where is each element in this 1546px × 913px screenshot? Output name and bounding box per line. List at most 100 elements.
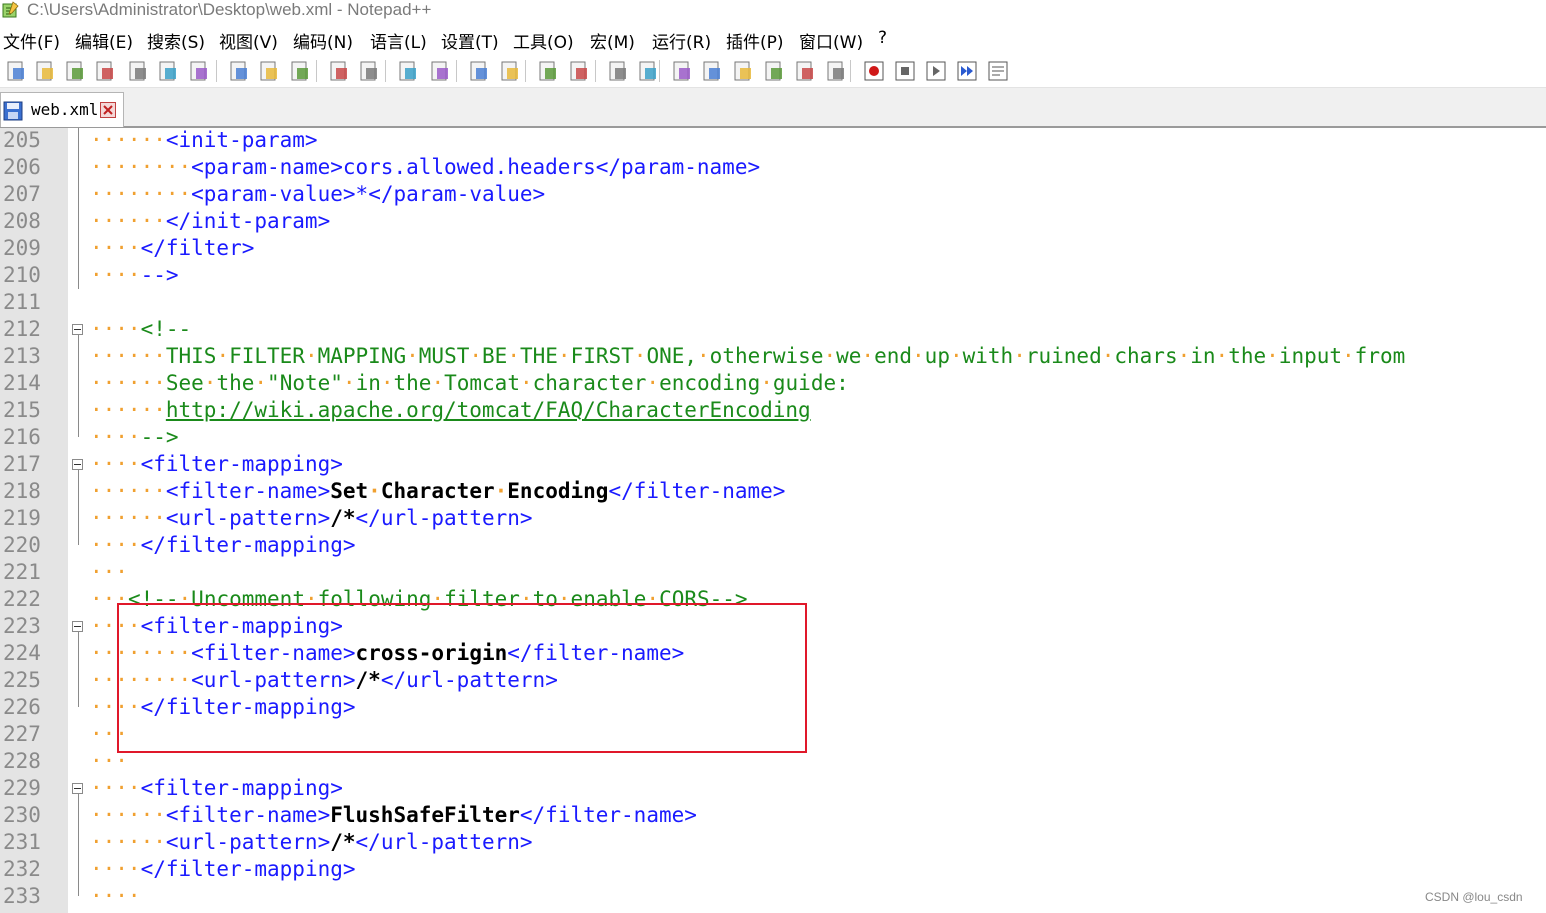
code-line[interactable]: 230 ······<filter-name>FlushSafeFilter</f…	[0, 802, 1546, 829]
menu-item-1[interactable]: 编辑(E)	[75, 28, 133, 53]
indent-guide-icon[interactable]	[670, 59, 694, 83]
code-line[interactable]: 211	[0, 289, 1546, 316]
monitor-icon[interactable]	[824, 59, 848, 83]
line-number: 205	[3, 128, 41, 152]
undo-icon[interactable]	[327, 59, 351, 83]
line-number: 212	[3, 317, 41, 341]
code-text: ····-->	[90, 424, 179, 451]
code-line[interactable]: 208 ······</init-param>	[0, 208, 1546, 235]
code-text: ····<!--	[90, 316, 191, 343]
line-number: 233	[3, 884, 41, 908]
find-icon[interactable]	[396, 59, 420, 83]
close-icon[interactable]	[126, 59, 150, 83]
sync-vertical-icon[interactable]	[536, 59, 560, 83]
show-all-chars-icon[interactable]	[636, 59, 660, 83]
copy-icon[interactable]	[257, 59, 281, 83]
notepad-plus-plus-icon	[2, 1, 19, 18]
menu-item-6[interactable]: 设置(T)	[441, 28, 499, 53]
code-line[interactable]: 219 ······<url-pattern>/*</url-pattern>	[0, 505, 1546, 532]
code-line[interactable]: 205 ······<init-param>	[0, 128, 1546, 154]
code-line[interactable]: 214 ······See·the·"Note"·in·the·Tomcat·ch…	[0, 370, 1546, 397]
record-macro-icon[interactable]	[862, 59, 886, 83]
fold-guide	[78, 794, 79, 896]
token-tag: <filter-name>	[165, 803, 331, 827]
code-line[interactable]: 233 ····	[0, 883, 1546, 910]
code-line[interactable]: 216 ····-->	[0, 424, 1546, 451]
code-text: ····</filter-mapping>	[90, 856, 356, 883]
tab-web-xml[interactable]: web.xml	[0, 92, 124, 127]
menu-item-0[interactable]: 文件(F)	[3, 28, 60, 53]
token-tag: cors.allowed.headers	[342, 155, 596, 179]
word-wrap-icon[interactable]	[606, 59, 630, 83]
line-number: 216	[3, 425, 41, 449]
zoom-in-icon[interactable]	[467, 59, 491, 83]
close-tab-icon[interactable]	[100, 102, 116, 118]
code-line[interactable]: 231 ······<url-pattern>/*</url-pattern>	[0, 829, 1546, 856]
paste-icon[interactable]	[288, 59, 312, 83]
print-icon[interactable]	[187, 59, 211, 83]
line-number: 213	[3, 344, 41, 368]
code-line[interactable]: 212 ····<!--	[0, 316, 1546, 343]
code-line[interactable]: 218 ······<filter-name>Set·Character·Enco…	[0, 478, 1546, 505]
menu-item-4[interactable]: 编码(N)	[293, 28, 353, 53]
menu-item-7[interactable]: 工具(O)	[513, 28, 574, 53]
redo-icon[interactable]	[357, 59, 381, 83]
line-number: 226	[3, 695, 41, 719]
fold-toggle-icon[interactable]	[72, 783, 83, 794]
new-file-icon[interactable]	[4, 59, 28, 83]
fold-toggle-icon[interactable]	[72, 621, 83, 632]
token-tag: <url-pattern>	[165, 830, 331, 854]
cut-icon[interactable]	[227, 59, 251, 83]
fold-toggle-icon[interactable]	[72, 324, 83, 335]
code-text: ···	[90, 559, 128, 586]
sync-horizontal-icon[interactable]	[567, 59, 591, 83]
replace-icon[interactable]	[428, 59, 452, 83]
toolbar-separator	[850, 60, 851, 82]
code-line[interactable]: 232 ····</filter-mapping>	[0, 856, 1546, 883]
save-macro-icon[interactable]	[986, 59, 1010, 83]
code-text: ······<filter-name>Set·Character·Encodin…	[90, 478, 785, 505]
code-line[interactable]: 221 ···	[0, 559, 1546, 586]
code-line[interactable]: 220 ····</filter-mapping>	[0, 532, 1546, 559]
doc-map-icon[interactable]	[731, 59, 755, 83]
whitespace-dots: ····	[90, 776, 141, 800]
token-tag: <filter-name>	[165, 479, 331, 503]
code-line[interactable]: 213 ······THIS·FILTER·MAPPING·MUST·BE·THE…	[0, 343, 1546, 370]
token-txt: /*	[330, 830, 356, 854]
menu-item-2[interactable]: 搜索(S)	[147, 28, 205, 53]
code-line[interactable]: 215 ······http://wiki.apache.org/tomcat/F…	[0, 397, 1546, 424]
stop-record-icon[interactable]	[893, 59, 917, 83]
token-tag: -->	[140, 263, 179, 287]
menu-item-10[interactable]: 插件(P)	[726, 28, 784, 53]
code-line[interactable]: 229 ····<filter-mapping>	[0, 775, 1546, 802]
menu-item-12[interactable]: ?	[878, 28, 887, 48]
menu-item-3[interactable]: 视图(V)	[219, 28, 278, 53]
play-macro-icon[interactable]	[924, 59, 948, 83]
token-url[interactable]: http://wiki.apache.org/tomcat/FAQ/Charac…	[166, 398, 811, 422]
menu-item-8[interactable]: 宏(M)	[590, 28, 635, 53]
menu-item-9[interactable]: 运行(R)	[652, 28, 711, 53]
open-file-icon[interactable]	[33, 59, 57, 83]
whitespace-dots: ········	[90, 155, 192, 179]
code-line[interactable]: 209 ····</filter>	[0, 235, 1546, 262]
udl-icon[interactable]	[700, 59, 724, 83]
code-line[interactable]: 206 ········<param-name>cors.allowed.head…	[0, 154, 1546, 181]
function-list-icon[interactable]	[762, 59, 786, 83]
code-line[interactable]: 210 ····-->	[0, 262, 1546, 289]
toolbar	[0, 55, 1546, 88]
token-cmt: <!--	[140, 317, 192, 341]
code-line[interactable]: 217 ····<filter-mapping>	[0, 451, 1546, 478]
zoom-out-icon[interactable]	[498, 59, 522, 83]
save-icon[interactable]	[63, 59, 87, 83]
code-text: ······THIS·FILTER·MAPPING·MUST·BE·THE·FI…	[90, 343, 1405, 370]
close-all-icon[interactable]	[156, 59, 180, 83]
fold-toggle-icon[interactable]	[72, 459, 83, 470]
save-all-icon[interactable]	[93, 59, 117, 83]
run-macro-multiple-icon[interactable]	[955, 59, 979, 83]
code-line[interactable]: 207 ········<param-value>*</param-value>	[0, 181, 1546, 208]
menu-item-5[interactable]: 语言(L)	[370, 28, 427, 53]
folder-workspace-icon[interactable]	[793, 59, 817, 83]
code-editor[interactable]: 205 ······<init-param> 206 ········<param-n…	[0, 128, 1546, 913]
menu-item-11[interactable]: 窗口(W)	[799, 28, 863, 53]
whitespace-dots: ······	[90, 371, 166, 395]
